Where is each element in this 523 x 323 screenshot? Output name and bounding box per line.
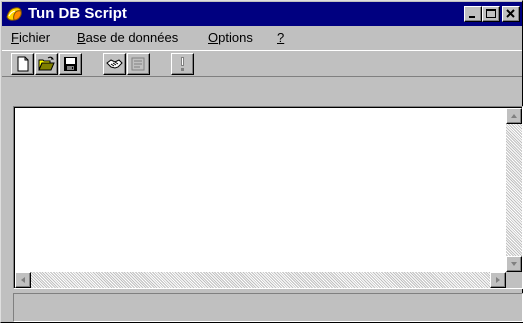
connect-button[interactable] — [103, 53, 126, 75]
horizontal-scrollbar[interactable] — [15, 272, 506, 288]
script-editor-area[interactable] — [13, 106, 523, 289]
execute-button[interactable] — [171, 53, 194, 75]
exclamation-icon — [181, 57, 184, 71]
arrow-up-icon — [511, 114, 517, 118]
menu-fichier-label: ichier — [18, 30, 51, 45]
save-button[interactable] — [59, 53, 82, 75]
menu-fichier-accel: F — [11, 30, 19, 45]
menu-options-accel: O — [208, 30, 219, 45]
menu-help[interactable]: ? — [277, 30, 284, 46]
scroll-up-button[interactable] — [506, 108, 522, 124]
new-button[interactable] — [11, 53, 34, 75]
toolbar — [2, 50, 522, 77]
minimize-button[interactable] — [464, 6, 482, 22]
scroll-left-button[interactable] — [15, 272, 31, 288]
title-bar[interactable]: Tun DB Script — [2, 2, 522, 26]
menu-base-accel: B — [77, 30, 86, 45]
menu-fichier[interactable]: Fichier — [11, 30, 50, 46]
app-window: Tun DB Script Fichier Base de données Op… — [0, 0, 523, 323]
arrow-down-icon — [511, 262, 517, 266]
menu-bar: Fichier Base de données Options ? — [2, 27, 522, 49]
menu-base-de-donnees[interactable]: Base de données — [77, 30, 178, 46]
new-document-icon — [17, 56, 29, 72]
editor-canvas[interactable] — [14, 107, 522, 288]
edit-button[interactable] — [127, 53, 150, 75]
scroll-down-button[interactable] — [506, 256, 522, 272]
menu-options-label: ptions — [218, 30, 253, 45]
close-button[interactable] — [502, 6, 520, 22]
open-button[interactable] — [35, 53, 58, 75]
scroll-right-button[interactable] — [490, 272, 506, 288]
tun-db-script-app-icon[interactable] — [5, 5, 23, 23]
handshake-icon — [106, 59, 123, 69]
maximize-button[interactable] — [482, 6, 500, 22]
script-edit-icon — [131, 57, 145, 71]
arrow-right-icon — [496, 277, 500, 283]
maximize-icon — [486, 9, 496, 18]
status-bar — [13, 293, 523, 322]
menu-base-label: ase de données — [85, 30, 179, 45]
minimize-icon — [469, 16, 475, 18]
window-title: Tun DB Script — [28, 5, 127, 22]
save-disk-icon — [64, 57, 77, 71]
scrollbar-corner — [506, 272, 522, 288]
close-icon — [506, 9, 515, 18]
vertical-scrollbar[interactable] — [506, 108, 522, 272]
menu-options[interactable]: Options — [208, 30, 253, 46]
open-folder-icon — [38, 56, 55, 71]
arrow-left-icon — [21, 277, 25, 283]
menu-help-accel: ? — [277, 30, 285, 45]
